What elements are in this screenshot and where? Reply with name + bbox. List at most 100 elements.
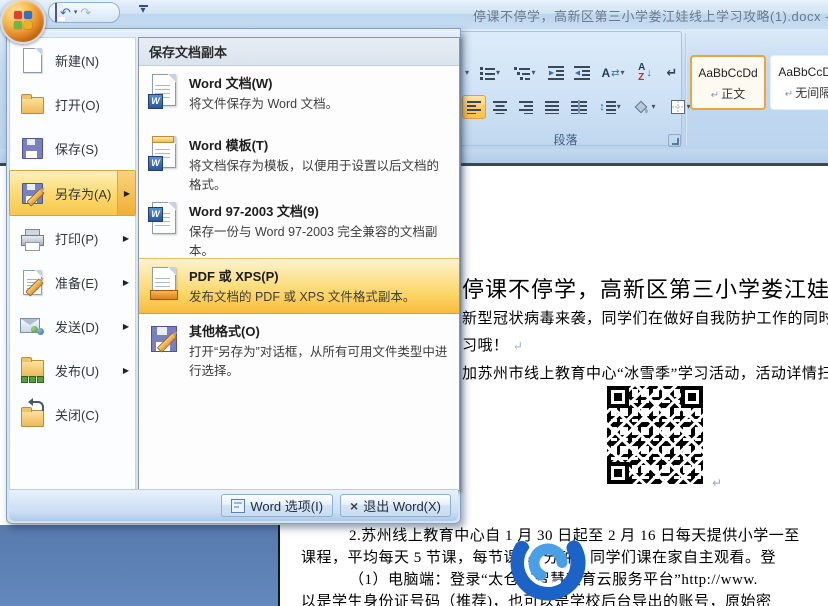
document-line[interactable]: 习哦！ ↵: [462, 334, 523, 355]
prepare-icon: [19, 269, 45, 295]
shading-button[interactable]: ▾: [628, 95, 662, 119]
asian-layout-button[interactable]: A ⇄ ▾: [596, 61, 630, 85]
decrease-indent-button[interactable]: [544, 61, 568, 85]
qr-code-image: [602, 381, 708, 489]
submenu-arrow-icon: ▶: [123, 234, 129, 243]
style-name: 无间隔: [795, 86, 828, 100]
menu-item-print[interactable]: 打印(P) ▶: [10, 216, 135, 260]
new-document-icon: [19, 47, 45, 73]
align-center-button[interactable]: [488, 95, 512, 119]
office-button[interactable]: [0, 0, 46, 44]
numbered-list-button[interactable]: ▾: [474, 61, 506, 85]
word-97-2003-icon: W: [147, 201, 181, 239]
multilevel-list-button[interactable]: ▾: [508, 61, 542, 85]
distribute-button[interactable]: [566, 95, 592, 119]
paragraph-group-row1: ▾ ▾ ▾ A ⇄ ▾ A Z ↓: [462, 60, 684, 86]
document-heading[interactable]: 停课不停学，高新区第三小学娄江娃线上学: [462, 272, 828, 304]
quick-access-toolbar: ↶ ▾ ↷: [48, 2, 120, 23]
menu-item-open[interactable]: 打开(O): [10, 82, 135, 126]
save-as-submenu: 保存文档副本 W Word 文档(W) 将文件保存为 Word 文档。 W Wo…: [138, 37, 460, 491]
menu-item-save[interactable]: 保存(S): [10, 126, 135, 170]
submenu-item-word-97-2003[interactable]: W Word 97-2003 文档(9) 保存一份与 Word 97-2003 …: [139, 194, 459, 258]
paragraph-dialog-launcher-icon[interactable]: [668, 134, 681, 147]
office-logo-icon: [14, 11, 32, 29]
style-card-no-spacing[interactable]: AaBbCcDd ↵无间隔: [770, 55, 828, 110]
other-formats-icon: [147, 321, 181, 359]
save-icon[interactable]: [55, 4, 57, 22]
close-document-icon: [19, 401, 45, 427]
watermark-swirl-logo: [489, 518, 607, 606]
page-left-edge: [278, 525, 280, 606]
style-name: 正文: [721, 87, 745, 101]
submenu-arrow-icon: ▶: [123, 322, 129, 331]
document-line[interactable]: 新型冠状病毒来袭，同学们在做好自我防护工作的同时，可以: [462, 307, 828, 328]
style-sample: AaBbCcDd: [771, 65, 828, 79]
decrease-indent-icon: [548, 66, 564, 80]
shading-icon: [634, 100, 650, 114]
menu-item-send[interactable]: 发送(D) ▶: [10, 304, 135, 348]
distribute-icon: [571, 100, 587, 114]
office-menu-footer: Word 选项(I) × 退出 Word(X): [9, 489, 458, 521]
increase-indent-button[interactable]: [570, 61, 594, 85]
undo-dropdown-icon[interactable]: ▾: [74, 9, 78, 16]
increase-indent-icon: [574, 66, 590, 80]
paragraph-mark-icon: ↵: [513, 339, 524, 353]
save-as-icon: [19, 180, 45, 206]
paragraph-mark-icon: ↵: [667, 65, 678, 81]
clipped-dropdown-icon[interactable]: ▾: [462, 61, 472, 85]
submenu-item-other-formats[interactable]: 其他格式(O) 打开“另存为”对话框，从所有可用文件类型中进行选择。: [139, 314, 459, 382]
style-card-normal[interactable]: AaBbCcDd ↵正文: [690, 55, 766, 110]
style-sample: AaBbCcDd: [692, 66, 764, 80]
align-right-button[interactable]: [514, 95, 538, 119]
word-template-icon: W: [147, 135, 181, 173]
line-spacing-icon: ↕: [599, 101, 605, 113]
submenu-arrow-icon: ▶: [123, 366, 129, 375]
office-menu: 新建(N) 打开(O) 保存(S) 另存为(A) ▶ 打印(P) ▶: [6, 28, 461, 524]
justify-button[interactable]: [540, 95, 564, 119]
submenu-arrow-icon: ▶: [123, 278, 129, 287]
title-bar[interactable]: 停课不停学，高新区第三小学娄江娃线上学习攻略(1).docx - Micr: [0, 0, 828, 30]
open-folder-icon: [19, 91, 45, 117]
exit-word-button[interactable]: × 退出 Word(X): [340, 494, 451, 517]
menu-item-publish[interactable]: 发布(U) ▶: [10, 348, 135, 392]
align-center-icon: [493, 100, 507, 114]
submenu-item-word-document[interactable]: W Word 文档(W) 将文件保存为 Word 文档。: [139, 66, 459, 128]
document-line[interactable]: 加苏州市线上教育中心“冰雪季”学习活动，活动详情扫描二: [462, 362, 828, 383]
justify-icon: [545, 100, 559, 114]
menu-item-new[interactable]: 新建(N): [10, 38, 135, 82]
submenu-arrow-icon: ▶: [124, 189, 130, 198]
pdf-xps-icon: [147, 266, 181, 304]
redo-icon[interactable]: ↷: [80, 6, 91, 19]
word-options-icon: [231, 499, 245, 513]
menu-item-prepare[interactable]: 准备(E) ▶: [10, 260, 135, 304]
submenu-item-word-template[interactable]: W Word 模板(T) 将文档保存为模板，以便用于设置以后文档的格式。: [139, 128, 459, 194]
word-options-button[interactable]: Word 选项(I): [221, 494, 333, 517]
word-document-icon: W: [147, 73, 181, 111]
sort-icon: A Z ↓: [638, 63, 652, 83]
menu-item-save-as[interactable]: 另存为(A) ▶: [9, 170, 136, 216]
window-title: 停课不停学，高新区第三小学娄江娃线上学习攻略(1).docx - Micr: [473, 6, 828, 25]
align-right-icon: [519, 100, 533, 114]
paragraph-group-label: 段落: [458, 131, 673, 148]
paragraph-group-row2: ↕ ▾ ▾ ▾: [462, 92, 698, 122]
line-spacing-button[interactable]: ↕ ▾: [594, 95, 626, 119]
sort-button[interactable]: A Z ↓: [632, 61, 658, 85]
customize-qat-icon[interactable]: ▾: [136, 3, 150, 19]
borders-icon: [671, 100, 685, 114]
align-left-button[interactable]: [462, 95, 486, 119]
print-icon: [19, 225, 45, 251]
pilcrow-icon: ↵: [711, 90, 719, 101]
workspace-background: [0, 525, 278, 606]
asian-layout-icon: A: [601, 67, 610, 79]
multilevel-list-icon: [514, 66, 530, 80]
save-icon: [19, 135, 45, 161]
office-menu-left-column: 新建(N) 打开(O) 保存(S) 另存为(A) ▶ 打印(P) ▶: [9, 37, 136, 491]
align-left-icon: [467, 100, 481, 114]
show-marks-button[interactable]: ↵: [660, 61, 684, 85]
menu-item-close[interactable]: 关闭(C): [10, 392, 135, 436]
submenu-item-pdf-xps[interactable]: PDF 或 XPS(P) 发布文档的 PDF 或 XPS 文件格式副本。: [139, 258, 459, 314]
paragraph-mark-icon: ↵: [712, 476, 722, 490]
numbered-list-icon: [480, 66, 495, 80]
paragraph-group: [458, 31, 682, 146]
group-separator: [685, 33, 687, 145]
